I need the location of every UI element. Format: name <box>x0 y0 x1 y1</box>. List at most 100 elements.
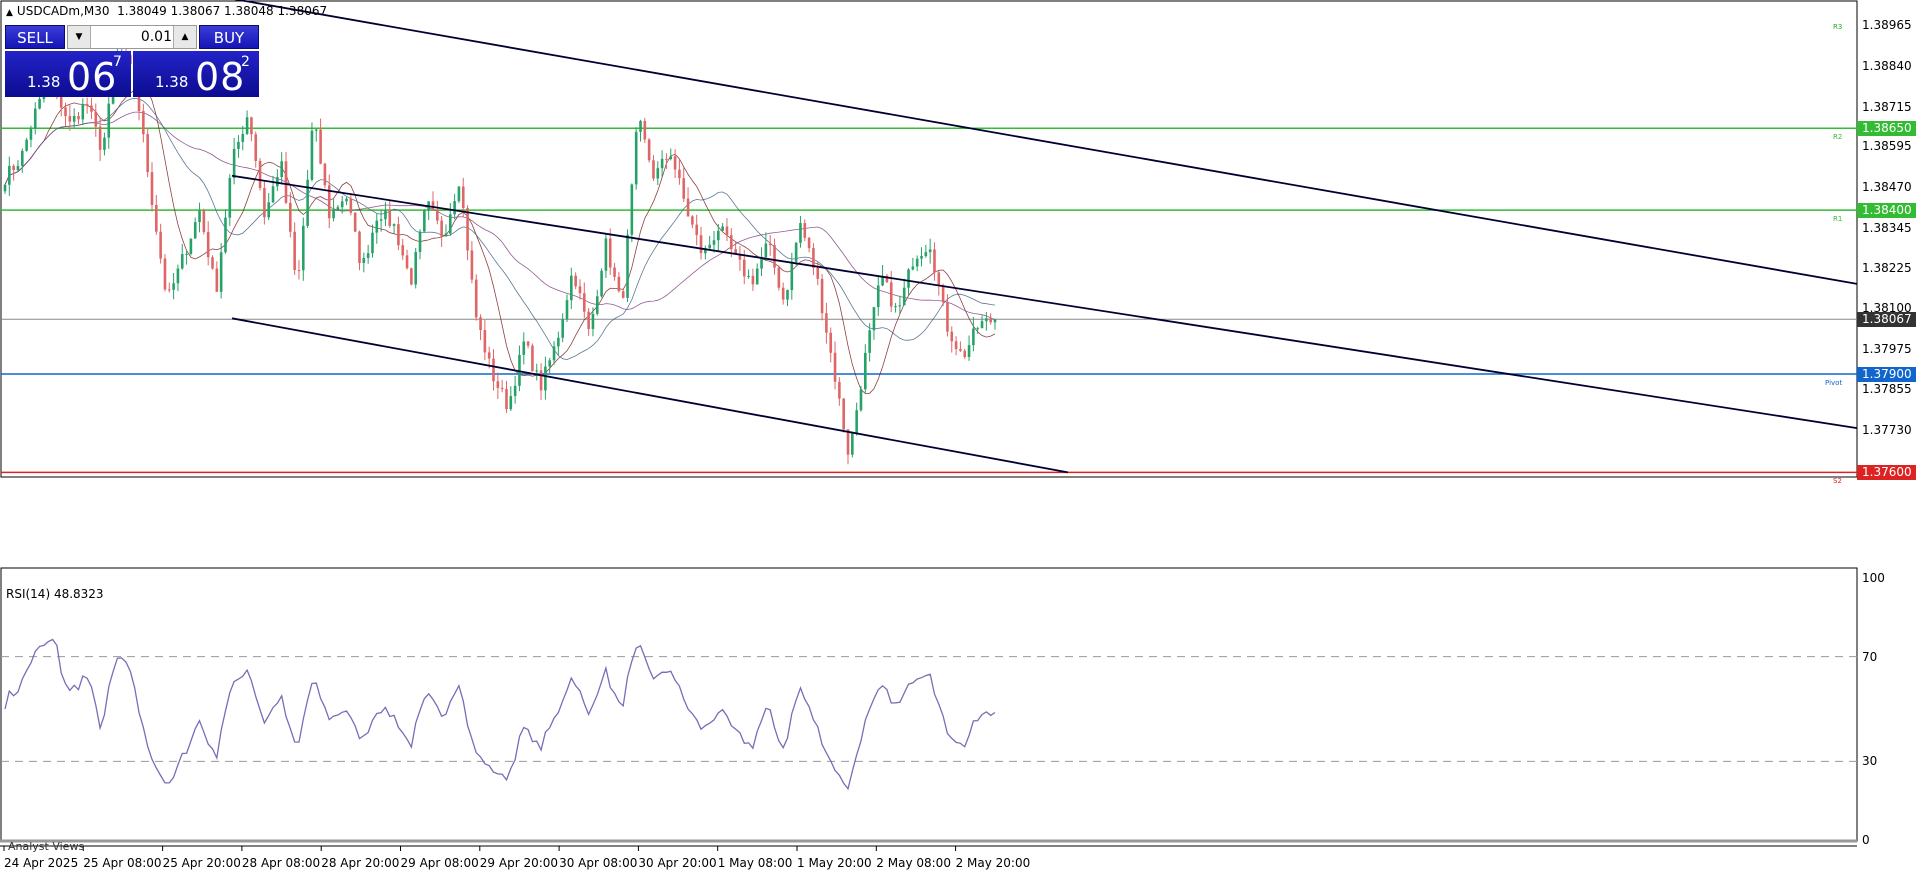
candle-body <box>708 244 711 249</box>
lot-increase-icon[interactable]: ▲ <box>173 26 196 48</box>
candle-body <box>453 201 456 215</box>
candle-body <box>842 398 845 430</box>
candle-body <box>678 169 681 179</box>
candle-body <box>941 285 945 303</box>
candle-body <box>263 188 266 218</box>
candle-body <box>68 116 72 122</box>
candle-body <box>401 245 405 256</box>
time-axis-label: 29 Apr 20:00 <box>479 856 559 870</box>
candle-body <box>729 235 733 250</box>
candle-body <box>163 258 167 290</box>
candle-body <box>159 231 162 259</box>
candle-body <box>790 261 794 291</box>
candle-body <box>12 165 15 170</box>
candle-body <box>794 242 798 262</box>
candle-body <box>250 117 253 135</box>
candle-body <box>258 160 262 189</box>
candle-body <box>807 237 811 249</box>
candle-body <box>959 349 962 351</box>
candle-body <box>8 165 11 185</box>
level-label-r1: R1 <box>1833 215 1843 224</box>
candle-body <box>946 302 949 332</box>
candle-body <box>742 259 746 277</box>
lot-decrease-icon[interactable]: ▼ <box>68 26 91 48</box>
candle-body <box>505 388 508 410</box>
candle-body <box>639 120 642 132</box>
candle-body <box>972 328 975 346</box>
candle-body <box>271 186 275 203</box>
candle-body <box>423 210 426 232</box>
candle-body <box>193 222 197 239</box>
candle-body <box>72 115 76 122</box>
candle-body <box>25 139 28 151</box>
candle-body <box>224 217 227 253</box>
candle-body <box>496 381 500 388</box>
candle-body <box>237 141 240 149</box>
candle-body <box>565 300 569 320</box>
buy-button[interactable]: BUY <box>199 25 259 49</box>
sell-price-box[interactable]: 1.38 06 7 <box>5 51 131 99</box>
candle-body <box>245 117 249 134</box>
time-axis-label: 28 Apr 08:00 <box>241 856 321 870</box>
candle-body <box>379 219 383 221</box>
candle-body <box>777 267 781 288</box>
price-axis-label: 1.37855 <box>1862 381 1912 396</box>
candle-body <box>284 161 288 203</box>
candle-body <box>665 158 668 160</box>
candle-body <box>64 107 67 117</box>
candle-body <box>583 293 586 312</box>
candle-body <box>781 287 785 300</box>
candle-body <box>323 163 327 186</box>
candle-body <box>889 282 893 307</box>
candle-body <box>388 210 392 226</box>
time-axis-label: 2 May 20:00 <box>955 856 1031 870</box>
sell-price-prefix: 1.38 <box>27 73 61 91</box>
candle-body <box>686 198 690 217</box>
candle-body <box>98 126 102 150</box>
candle-body <box>574 275 577 287</box>
time-axis-label: 25 Apr 08:00 <box>83 856 162 870</box>
candle-body <box>526 341 530 346</box>
candle-body <box>531 345 534 372</box>
price-chart[interactable] <box>0 0 1916 874</box>
chart-header: ▲ USDCADm,M30 1.38049 1.38067 1.38048 1.3… <box>6 4 327 18</box>
candle-body <box>103 137 106 150</box>
symbol-label: USDCADm,M30 <box>16 4 110 18</box>
analyst-views-tab[interactable]: Analyst Views <box>8 840 84 853</box>
sell-button[interactable]: SELL <box>5 25 65 49</box>
candle-body <box>695 224 699 236</box>
price-axis-label: 1.38965 <box>1862 17 1912 32</box>
candle-body <box>656 168 660 179</box>
candle-body <box>717 230 720 241</box>
candle-body <box>340 201 344 208</box>
candle-body <box>405 255 409 269</box>
candle-body <box>721 226 724 231</box>
price-axis-label: 1.38715 <box>1862 99 1912 114</box>
candle-body <box>630 184 634 235</box>
candle-body <box>20 150 24 166</box>
candle-body <box>366 253 370 258</box>
candle-body <box>522 341 526 355</box>
candle-body <box>397 224 400 246</box>
level-label-s1: S2 <box>1833 477 1842 486</box>
candle-body <box>202 210 206 233</box>
candle-body <box>474 279 478 318</box>
candle-body <box>392 224 396 226</box>
buy-price-box[interactable]: 1.38 08 2 <box>133 51 259 99</box>
candle-body <box>902 287 906 306</box>
main-frame <box>0 0 1858 478</box>
level-tag-r2: 1.38650 <box>1857 121 1916 137</box>
candle-body <box>928 249 932 253</box>
lot-size-input[interactable] <box>92 27 172 47</box>
candle-body <box>859 389 863 411</box>
candle-body <box>626 234 629 298</box>
channel-upper-line <box>234 0 1858 285</box>
trend-channel[interactable] <box>231 0 1858 474</box>
candle-body <box>967 345 971 357</box>
buy-price-sup: 2 <box>241 54 250 70</box>
candle-body <box>812 248 815 268</box>
candle-body <box>669 156 673 160</box>
collapse-triangle-icon[interactable]: ▲ <box>6 8 13 18</box>
candle-body <box>570 275 573 301</box>
moving-average-2 <box>4 97 996 361</box>
